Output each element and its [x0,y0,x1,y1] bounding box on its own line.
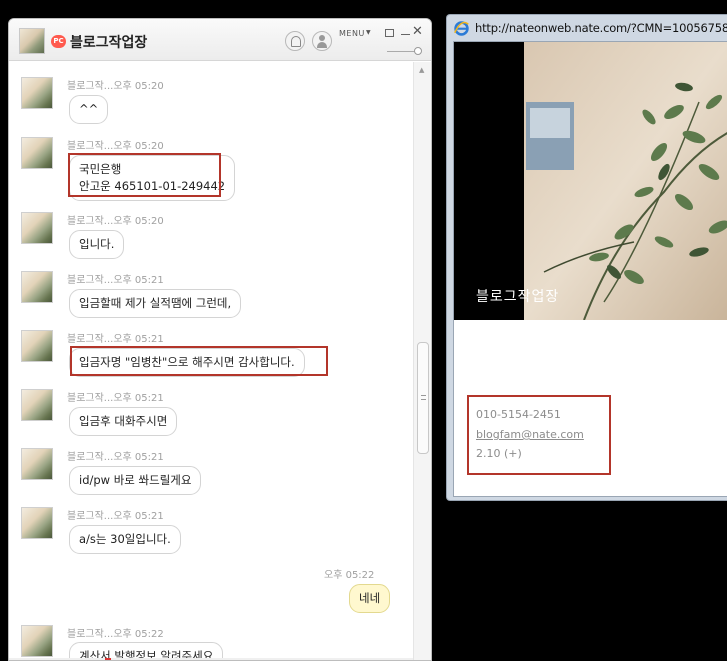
message-sender: 블로그작...오후 05:21 [67,334,164,345]
message-avatar[interactable] [21,448,53,480]
version-text: 2.10 (+) [476,447,522,460]
message-sender: 블로그작...오후 05:20 [67,81,164,92]
my-message-bubble: 네네 [349,584,391,613]
message-sender: 블로그작...오후 05:21 [67,511,164,522]
phone-number: 010-5154-2451 [476,408,561,421]
chat-titlebar: PC 블로그작업장 MENU ▼ ✕ [9,19,431,61]
message-bubble: 입금후 대화주시면 [69,407,178,436]
message-bubble: ^^ [69,95,109,124]
address-bar[interactable]: http://nateonweb.nate.com/?CMN=100567587 [451,18,727,40]
url-text[interactable]: http://nateonweb.nate.com/?CMN=100567587 [475,21,727,35]
browser-window: http://nateonweb.nate.com/?CMN=100567587 [446,14,727,501]
chat-partner-avatar[interactable] [19,28,45,54]
bell-icon[interactable] [285,31,305,51]
message-time: 오후 05:22 [324,570,375,581]
plant-photo [524,42,727,320]
message-avatar[interactable] [21,625,53,657]
menu-button[interactable]: MENU [339,29,365,38]
chat-title: 블로그작업장 [70,35,148,51]
scrollbar-thumb[interactable] [417,342,429,454]
bank-account-highlight [68,153,221,197]
message-bubble: id/pw 바로 쏴드릴게요 [69,466,202,495]
chat-message-list: 블로그작...오후 05:20 ^^ 블로그작...오후 05:20 국민은행 안… [9,62,431,660]
grip-icon [421,395,426,400]
message-avatar[interactable] [21,330,53,362]
message-sender: 블로그작...오후 05:21 [67,393,164,404]
scroll-up-icon[interactable]: ▲ [419,66,424,74]
restore-window-icon[interactable] [385,29,394,37]
minimize-icon[interactable] [401,34,410,35]
message-sender: 블로그작...오후 05:22 [67,629,164,640]
opacity-slider-knob[interactable] [414,47,422,55]
message-bubble: 입금할때 제가 실적땜에 그런데, [69,289,242,318]
message-avatar[interactable] [21,507,53,539]
chat-window: PC 블로그작업장 MENU ▼ ✕ 블로그작...오후 05:20 ^^ 블로… [8,18,432,661]
close-icon[interactable]: ✕ [412,24,423,39]
message-sender: 블로그작...오후 05:21 [67,452,164,463]
email-link[interactable]: blogfam@nate.com [476,428,584,441]
message-sender: 블로그작...오후 05:20 [67,141,164,152]
message-avatar[interactable] [21,389,53,421]
blog-title[interactable]: 블로그작업장 [476,286,559,306]
message-bubble: a/s는 30일입니다. [69,525,181,554]
message-sender: 블로그작...오후 05:20 [67,216,164,227]
chat-scrollbar[interactable]: ▲ [413,62,431,660]
add-user-icon[interactable] [312,31,332,51]
message-avatar[interactable] [21,212,53,244]
message-avatar[interactable] [21,137,53,169]
message-avatar[interactable] [21,77,53,109]
message-bubble: 입니다. [69,230,125,259]
page-content: 블로그작업장 010-5154-2451 blogfam@nate.com 2.… [453,41,727,497]
depositor-name-highlight [70,346,328,376]
ie-icon [454,21,469,36]
message-sender: 블로그작...오후 05:21 [67,275,164,286]
chevron-down-icon: ▼ [366,29,371,36]
pc-badge: PC [51,35,66,48]
message-avatar[interactable] [21,271,53,303]
